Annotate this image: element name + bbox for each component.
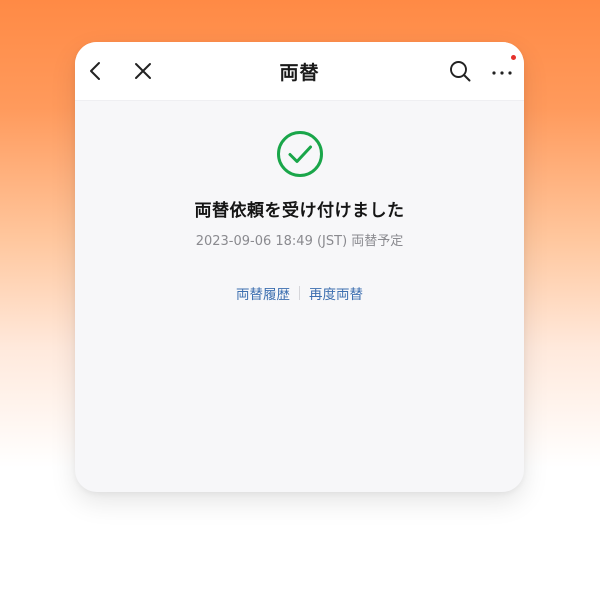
action-links: 両替履歴 再度両替 <box>75 283 524 303</box>
exchange-history-link[interactable]: 両替履歴 <box>236 283 290 303</box>
search-icon <box>450 61 471 82</box>
navigation-bar: 両替 <box>75 42 524 101</box>
search-button[interactable] <box>447 58 473 84</box>
check-circle-icon <box>276 131 323 177</box>
exchange-result-panel: 両替 両替依頼を受け付けました 2023-09-06 18:49 (JST) 両… <box>75 42 524 492</box>
scheduled-time: 2023-09-06 18:49 (JST) 両替予定 <box>195 234 404 249</box>
link-divider <box>299 286 300 300</box>
notification-dot <box>511 55 516 60</box>
more-dots-icon <box>492 71 512 75</box>
exchange-again-link[interactable]: 再度両替 <box>309 283 363 303</box>
more-button[interactable] <box>489 55 516 84</box>
success-status <box>75 130 524 178</box>
result-headline: 両替依頼を受け付けました <box>194 201 405 221</box>
